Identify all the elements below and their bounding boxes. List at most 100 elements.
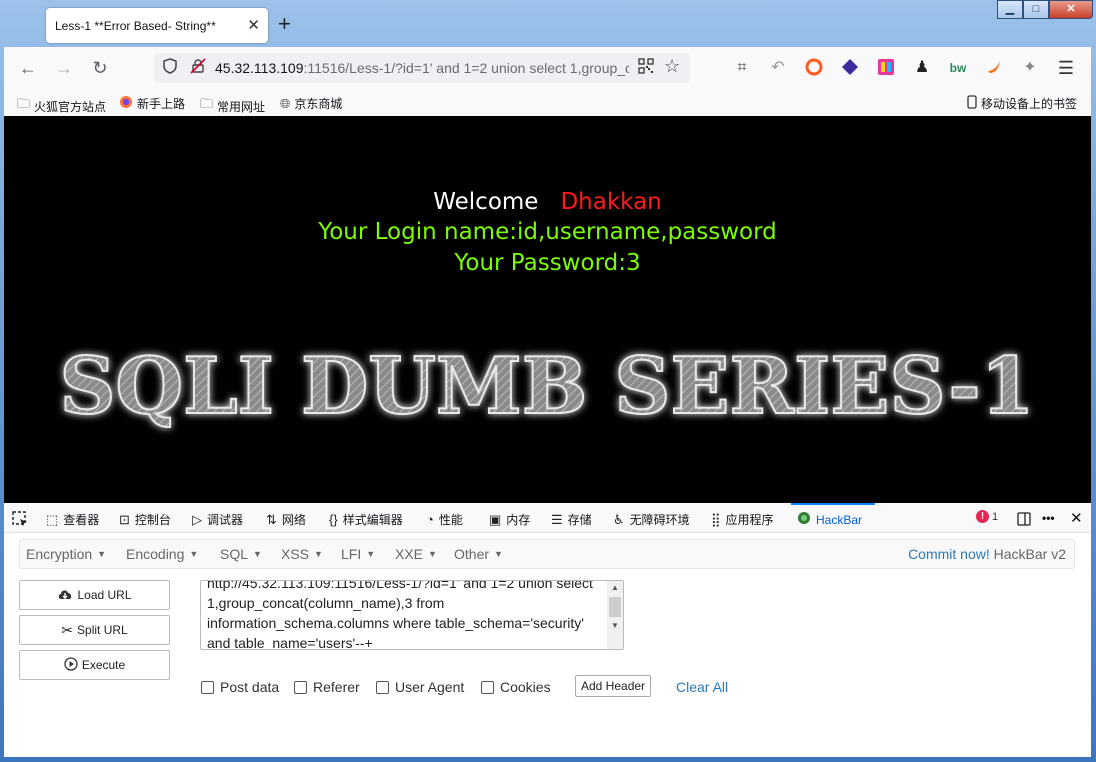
tab-debugger[interactable]: ▷ 调试器 (192, 511, 243, 528)
element-picker-icon[interactable] (12, 511, 28, 527)
style-editor-icon: {} (329, 512, 338, 527)
scroll-down-icon[interactable]: ▼ (611, 621, 619, 630)
tab-style-editor[interactable]: {} 样式编辑器 (329, 511, 403, 528)
tab-inspector[interactable]: ⬚ 查看器 (46, 511, 99, 528)
mobile-bookmarks[interactable]: 移动设备上的书签 (967, 95, 1077, 112)
tab-storage[interactable]: ☰ 存储 (551, 511, 592, 528)
network-icon: ⇅ (266, 511, 277, 527)
welcome-text: Welcome (433, 189, 539, 215)
menu-sql[interactable]: SQL ▼ (220, 546, 262, 562)
accessibility-icon: ♿︎ (613, 511, 625, 527)
tab-console[interactable]: ⊡ 控制台 (119, 511, 171, 528)
scroll-up-icon[interactable]: ▲ (611, 583, 619, 592)
ublock-icon[interactable] (804, 58, 824, 78)
rainbow-icon[interactable] (876, 58, 896, 78)
execute-button[interactable]: Execute (19, 650, 170, 680)
url-textarea-value[interactable]: http://45.32.113.109:11516/Less-1/?id=1'… (207, 581, 607, 649)
active-tab[interactable]: Less-1 **Error Based- String** ✕ (46, 8, 268, 43)
tab-accessibility[interactable]: ♿︎ 无障碍环境 (613, 511, 690, 528)
menu-label: SQL (220, 546, 249, 562)
caret-down-icon: ▼ (97, 549, 107, 559)
play-circle-icon (64, 656, 78, 674)
tab-application[interactable]: ⣿ 应用程序 (711, 511, 774, 528)
tab-network[interactable]: ⇅ 网络 (266, 511, 306, 528)
error-count[interactable]: ! 1 (976, 510, 998, 523)
bookmark-item[interactable]: 🗀 火狐官方站点 (17, 95, 106, 117)
bookmark-item[interactable]: 🌐︎ 京东商城 (280, 95, 342, 112)
qr-icon[interactable] (638, 58, 654, 78)
debugger-icon: ▷ (192, 511, 202, 527)
menu-encryption[interactable]: Encryption ▼ (26, 546, 106, 562)
textarea-scrollbar[interactable]: ▲ ▼ (607, 581, 623, 649)
proton-icon[interactable] (840, 58, 860, 78)
checkbox-box[interactable] (376, 680, 389, 694)
url-bar[interactable]: 45.32.113.109:11516/Less-1/?id=1' and 1=… (154, 53, 690, 83)
crop-icon[interactable]: ⌗ (732, 58, 752, 78)
user-name: Dhakkan (560, 189, 662, 215)
tab-close-icon[interactable]: ✕ (247, 16, 260, 34)
clear-all-link[interactable]: Clear All (676, 679, 728, 695)
tab-label: 性能 (438, 513, 463, 527)
bookmark-label: 新手上路 (137, 97, 186, 111)
user-agent-checkbox[interactable]: User Agent (376, 679, 464, 695)
menu-label: Other (454, 546, 490, 562)
forward-icon[interactable]: → (52, 57, 76, 79)
tab-label: 应用程序 (725, 513, 774, 527)
welcome-line: Welcome Dhakkan (4, 189, 1091, 215)
menu-xxe[interactable]: XXE ▼ (395, 546, 437, 562)
reload-icon[interactable]: ↻ (88, 57, 112, 79)
dock-icon[interactable] (1016, 511, 1032, 527)
bw-icon[interactable]: bw (948, 58, 968, 78)
post-data-checkbox[interactable]: Post data (201, 679, 279, 695)
login-name-text: Your Login name:id,username,password (318, 219, 777, 245)
menu-icon[interactable]: ☰ (1056, 58, 1076, 78)
menu-lfi[interactable]: LFI ▼ (341, 546, 375, 562)
shield-icon[interactable] (162, 58, 178, 78)
flame-icon[interactable] (984, 58, 1004, 78)
folder-icon: 🗀 (200, 96, 214, 111)
puzzle-icon[interactable]: ✦ (1020, 58, 1040, 78)
devtools-close-icon[interactable]: ✕ (1070, 509, 1083, 527)
url-textarea[interactable]: http://45.32.113.109:11516/Less-1/?id=1'… (200, 580, 624, 650)
checkbox-box[interactable] (481, 680, 494, 694)
menu-xss[interactable]: XSS ▼ (281, 546, 323, 562)
tab-label: 控制台 (134, 513, 171, 527)
menu-other[interactable]: Other ▼ (454, 546, 503, 562)
tab-title: Less-1 **Error Based- String** (55, 18, 216, 33)
add-header-button[interactable]: Add Header (575, 675, 652, 697)
cookies-checkbox[interactable]: Cookies (481, 679, 551, 695)
tab-hackbar[interactable]: HackBar (797, 511, 862, 528)
more-options-icon[interactable]: ••• (1042, 511, 1055, 525)
menu-encoding[interactable]: Encoding ▼ (126, 546, 198, 562)
bookmark-item[interactable]: 新手上路 (119, 95, 185, 112)
checkbox-box[interactable] (294, 680, 307, 694)
window-close-icon[interactable]: ✕ (1049, 0, 1093, 19)
incognito-icon[interactable]: ♟ (912, 58, 932, 78)
split-url-button[interactable]: ✂ Split URL (19, 615, 170, 645)
referer-checkbox[interactable]: Referer (294, 679, 360, 695)
scrollbar-thumb[interactable] (609, 597, 621, 617)
insecure-lock-icon[interactable] (190, 58, 206, 77)
navigation-bar: ← → ↻ 45.32.113.109:11516/Less-1/?id=1' … (4, 47, 1091, 89)
password-text: Your Password:3 (454, 250, 641, 276)
devtools-panel: ⬚ 查看器 ⊡ 控制台 ▷ 调试器 ⇅ 网络 {} 样式编辑器 ◔ 性能 ▣ 内存 ☰ 存储 ♿… (4, 503, 1091, 757)
new-tab-icon[interactable]: + (278, 11, 291, 37)
tab-label: 存储 (567, 513, 592, 527)
globe-icon: 🌐︎ (280, 95, 291, 111)
url-text[interactable]: 45.32.113.109:11516/Less-1/?id=1' and 1=… (215, 60, 629, 76)
load-url-button[interactable]: Load URL (19, 580, 170, 610)
caret-down-icon: ▼ (189, 549, 199, 559)
checkbox-box[interactable] (201, 680, 214, 694)
bookmark-item[interactable]: 🗀 常用网址 (200, 95, 265, 117)
hackbar-menu: Encryption ▼ Encoding ▼ SQL ▼ XSS ▼ LFI ▼ XXE… (19, 539, 1075, 569)
back-icon[interactable]: ← (16, 57, 40, 79)
sqli-dumb-series-logo: SQLI DUMB SERIES-1 (59, 341, 1036, 433)
tab-memory[interactable]: ▣ 内存 (489, 511, 530, 528)
tab-performance[interactable]: ◔ 性能 (426, 511, 463, 528)
minimize-icon[interactable]: ▁ (997, 0, 1023, 19)
maximize-icon[interactable]: □ (1023, 0, 1049, 19)
commit-link[interactable]: Commit now! (908, 546, 990, 562)
mobile-bookmarks-label: 移动设备上的书签 (981, 97, 1078, 111)
star-icon[interactable]: ☆ (664, 56, 680, 77)
undo-icon[interactable]: ↶ (768, 58, 788, 78)
